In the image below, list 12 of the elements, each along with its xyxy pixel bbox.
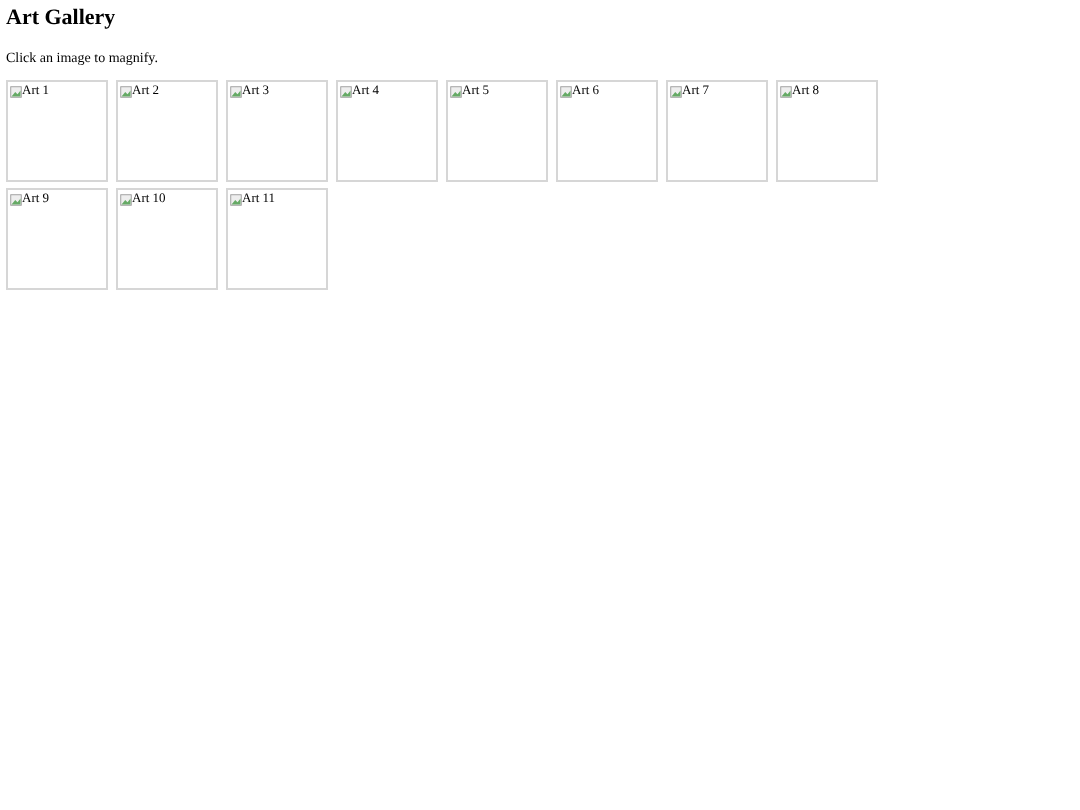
broken-image-icon bbox=[560, 86, 572, 98]
broken-image-icon bbox=[10, 86, 22, 98]
broken-image-icon bbox=[450, 86, 462, 98]
broken-image-icon bbox=[670, 86, 682, 98]
broken-image-icon bbox=[120, 194, 132, 206]
broken-image-icon bbox=[340, 86, 352, 98]
page-heading: Art Gallery bbox=[6, 6, 118, 32]
broken-image-icon bbox=[120, 86, 132, 98]
broken-image-icon bbox=[780, 86, 792, 98]
broken-image-icon bbox=[230, 86, 242, 98]
broken-image-icon bbox=[10, 194, 22, 206]
broken-image-icon bbox=[230, 194, 242, 206]
